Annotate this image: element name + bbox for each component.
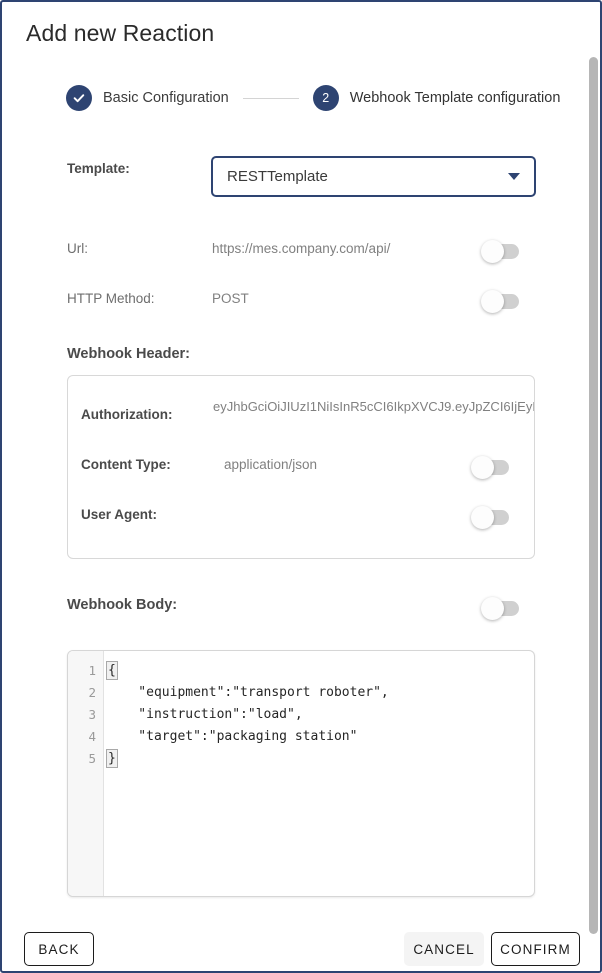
chevron-down-icon — [508, 173, 520, 180]
webhook-body-code-editor[interactable]: 1 2 3 4 5 { "equipment":"transport roboter",… — [67, 650, 535, 897]
editor-code-line: } — [106, 748, 534, 770]
authorization-label: Authorization: — [81, 407, 173, 422]
user-agent-label: User Agent: — [81, 507, 158, 522]
http-method-value: POST — [212, 291, 249, 306]
cancel-button[interactable]: CANCEL — [404, 932, 484, 966]
http-method-label: HTTP Method: — [67, 291, 155, 306]
dialog-title: Add new Reaction — [26, 20, 215, 46]
url-value: https://mes.company.com/api/ — [212, 241, 391, 256]
editor-code-line: "equipment":"transport roboter", — [107, 685, 389, 700]
editor-line-number: 2 — [88, 685, 96, 700]
check-icon — [66, 85, 92, 111]
webhook-body-section-label: Webhook Body: — [67, 597, 178, 613]
content-type-label: Content Type: — [81, 457, 171, 472]
editor-code-area[interactable]: { "equipment":"transport roboter", "inst… — [104, 651, 534, 896]
webhook-header-section-label: Webhook Header: — [67, 346, 191, 362]
http-method-toggle[interactable] — [481, 290, 519, 313]
editor-code-line: "instruction":"load", — [107, 707, 303, 722]
step-label-webhook-template-configuration: Webhook Template configuration — [349, 90, 561, 106]
editor-line-number-gutter: 1 2 3 4 5 — [68, 651, 104, 896]
back-button[interactable]: BACK — [24, 932, 94, 966]
editor-line-number: 4 — [88, 729, 96, 744]
webhook-header-panel: Authorization: eyJhbGciOiJIUzI1NiIsInR5c… — [67, 375, 535, 559]
url-label: Url: — [67, 241, 88, 256]
bracket-match-highlight: } — [106, 749, 118, 768]
vertical-scrollbar-thumb[interactable] — [589, 57, 598, 934]
add-reaction-dialog: Add new Reaction Basic Configuration 2 W… — [0, 0, 602, 973]
editor-line-number: 5 — [88, 751, 96, 766]
content-type-toggle[interactable] — [471, 456, 509, 479]
confirm-button[interactable]: CONFIRM — [491, 932, 580, 966]
bracket-match-highlight: { — [106, 661, 118, 680]
step-connector — [242, 97, 299, 99]
content-type-value: application/json — [224, 457, 318, 472]
template-label: Template: — [67, 161, 130, 176]
editor-code-line: "target":"packaging station" — [107, 729, 358, 744]
authorization-value: eyJhbGciOiJIUzI1NiIsInR5cCI6IkpXVCJ9.eyJ… — [213, 399, 534, 414]
vertical-scrollbar-track[interactable] — [587, 2, 600, 971]
template-select[interactable]: RESTTemplate — [211, 156, 536, 197]
step-basic-configuration[interactable]: Basic Configuration — [66, 85, 229, 111]
user-agent-toggle[interactable] — [471, 506, 509, 529]
step-number-badge: 2 — [312, 85, 339, 111]
step-webhook-template-configuration[interactable]: 2 Webhook Template configuration — [312, 85, 561, 111]
template-selected-value: RESTTemplate — [227, 168, 328, 185]
webhook-body-toggle[interactable] — [481, 597, 519, 620]
editor-line-number: 3 — [88, 707, 96, 722]
editor-line-number: 1 — [88, 663, 96, 678]
editor-code-line: { — [106, 660, 534, 682]
stepper: Basic Configuration 2 Webhook Template c… — [66, 85, 560, 111]
url-toggle[interactable] — [481, 240, 519, 263]
step-label-basic-configuration: Basic Configuration — [103, 90, 229, 106]
